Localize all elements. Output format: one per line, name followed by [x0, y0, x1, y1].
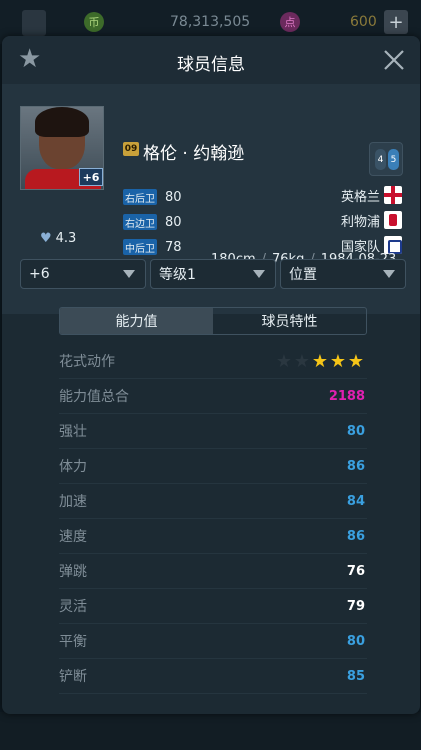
position-tag: 中后卫	[123, 239, 157, 255]
player-name: 格伦 · 约翰逊	[143, 144, 245, 164]
close-icon[interactable]	[382, 48, 406, 72]
position-dropdown[interactable]: 位置	[280, 259, 406, 289]
stat-value: 80	[346, 423, 365, 439]
liverpool-crest-icon	[384, 211, 402, 229]
position-value: 78	[165, 239, 182, 255]
stat-label: 花式动作	[59, 354, 115, 370]
star-filled-icon: ★	[347, 350, 365, 372]
position-tag: 右边卫	[123, 214, 157, 230]
stat-row: 速度 86	[59, 519, 367, 554]
stat-value: 80	[346, 633, 365, 649]
modal-title: 球员信息	[177, 55, 245, 75]
stat-value: 86	[346, 528, 365, 544]
stat-label: 体力	[59, 459, 87, 475]
level-dropdown-label: 等级1	[159, 267, 196, 283]
filter-dropdowns: +6 等级1 位置	[20, 259, 406, 289]
stat-label: 强壮	[59, 424, 87, 440]
stat-value: 76	[346, 563, 365, 579]
stat-label: 弹跳	[59, 564, 87, 580]
star-empty-icon: ★	[275, 350, 293, 372]
chevron-down-icon	[123, 270, 135, 278]
position-tag: 右后卫	[123, 189, 157, 205]
stat-value: 84	[346, 493, 365, 509]
club-name: 利物浦	[340, 214, 380, 230]
star-empty-icon: ★	[293, 350, 311, 372]
chevron-down-icon	[383, 270, 395, 278]
stat-row: 强壮 80	[59, 414, 367, 449]
add-points-button[interactable]: +	[384, 10, 408, 34]
boost-dropdown-label: +6	[29, 266, 50, 282]
stat-label: 速度	[59, 529, 87, 545]
player-affiliations: 英格兰 利物浦 国家队	[341, 185, 402, 260]
england-flag-icon	[384, 186, 402, 204]
boost-badge: +6	[79, 168, 103, 186]
stat-row: 灵活 79	[59, 589, 367, 624]
stat-value: 79	[346, 598, 365, 614]
position-dropdown-label: 位置	[289, 267, 317, 283]
nation-row: 英格兰	[341, 185, 402, 205]
stats-list: 花式动作 ★ ★ ★ ★ ★ 能力值总合 2188 强壮 80 体力 86 加速 84 速度 86 弹跳…	[59, 344, 367, 694]
info-tabs: 能力值 球员特性	[59, 307, 367, 335]
skill-stars: ★ ★ ★ ★ ★	[275, 351, 365, 372]
nation-name: 英格兰	[340, 189, 380, 205]
stat-label: 加速	[59, 494, 87, 510]
stat-row: 平衡 80	[59, 624, 367, 659]
stat-label: 能力值总合	[59, 389, 129, 405]
position-row: 右边卫 80	[123, 212, 182, 232]
total-row: 能力值总合 2188	[59, 379, 367, 414]
position-row: 右后卫 80	[123, 187, 182, 207]
season-badge: 09	[123, 142, 139, 156]
modal-header: ★ 球员信息	[2, 36, 420, 84]
stat-row: 体力 86	[59, 449, 367, 484]
stat-row: 铲断 85	[59, 659, 367, 694]
stat-row: 弹跳 76	[59, 554, 367, 589]
skill-moves-row: 花式动作 ★ ★ ★ ★ ★	[59, 344, 367, 379]
club-row: 利物浦	[341, 210, 402, 230]
heart-icon: ♥	[40, 231, 52, 246]
point-value: 600	[350, 14, 377, 30]
boost-dropdown[interactable]: +6	[20, 259, 146, 289]
position-row: 中后卫 78	[123, 237, 182, 257]
chevron-down-icon	[253, 270, 265, 278]
background-bottom-bar	[0, 712, 421, 750]
coin-value: 78,313,505	[170, 14, 251, 30]
position-ratings: 右后卫 80 右边卫 80 中后卫 78	[123, 187, 182, 262]
stat-label: 平衡	[59, 634, 87, 650]
star-filled-icon: ★	[329, 350, 347, 372]
point-icon: 点	[280, 12, 300, 32]
star-filled-icon: ★	[311, 350, 329, 372]
position-value: 80	[165, 189, 182, 205]
stat-row: 加速 84	[59, 484, 367, 519]
level-dropdown[interactable]: 等级1	[150, 259, 276, 289]
player-info-modal: ★ 球员信息 +6 ♥ 4.3 09 格伦 · 约翰逊 4 5 右后卫 80 右…	[2, 36, 420, 714]
stat-value: 86	[346, 458, 365, 474]
weak-foot-icon: 4 5	[369, 142, 403, 176]
left-foot-rating: 4	[375, 149, 386, 170]
right-foot-rating: 5	[388, 149, 399, 170]
stat-label: 灵活	[59, 599, 87, 615]
manager-avatar-icon[interactable]	[22, 10, 46, 36]
tab-abilities[interactable]: 能力值	[60, 308, 213, 334]
likes-rating: ♥ 4.3	[40, 231, 76, 246]
position-value: 80	[165, 214, 182, 230]
stat-label: 铲断	[59, 669, 87, 685]
coin-icon: 币	[84, 12, 104, 32]
stat-value: 85	[346, 668, 365, 684]
tab-traits[interactable]: 球员特性	[213, 308, 366, 334]
likes-value: 4.3	[55, 231, 77, 246]
total-value: 2188	[328, 388, 365, 404]
